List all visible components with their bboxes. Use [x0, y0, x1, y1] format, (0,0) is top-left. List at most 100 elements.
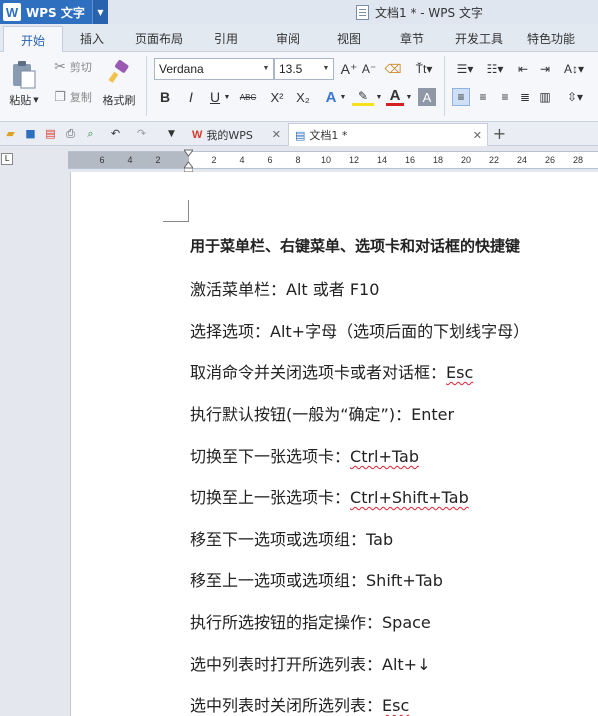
- undo-icon[interactable]: ↶: [108, 126, 123, 141]
- font-name-value: Verdana: [159, 62, 204, 76]
- tab-document[interactable]: ▤ 文档1 * ✕: [288, 123, 488, 146]
- bold-button[interactable]: B: [156, 88, 174, 106]
- align-left-icon[interactable]: ≡: [452, 88, 470, 106]
- ruler-tick: 12: [348, 155, 360, 165]
- tab-developer[interactable]: 开发工具: [455, 30, 503, 47]
- brush-icon[interactable]: [104, 58, 134, 86]
- font-name-select[interactable]: Verdana ▼: [154, 58, 274, 80]
- chevron-down-icon[interactable]: ▼: [92, 0, 108, 24]
- shortcut-keys: Alt 或者 F10: [286, 280, 380, 299]
- chevron-down-icon[interactable]: ▼: [164, 126, 179, 141]
- shortcut-line: 执行默认按钮(一般为“确定”)：Enter: [190, 401, 454, 425]
- chevron-down-icon: ▼: [262, 65, 270, 72]
- copy-label: 复制: [69, 91, 92, 104]
- justify-icon[interactable]: ≣: [516, 88, 534, 106]
- shortcut-line: 选择选项：Alt+字母（选项后面的下划线字母）: [190, 318, 529, 342]
- highlight-icon[interactable]: ✎: [352, 88, 374, 106]
- wps-logo-icon: W: [192, 128, 203, 141]
- italic-button[interactable]: I: [182, 88, 200, 106]
- shortcut-label: 激活菜单栏：: [190, 280, 287, 299]
- shortcut-label: 移至下一选项或选项组：: [190, 530, 367, 549]
- ruler-tick: 6: [267, 155, 273, 165]
- ruler-tick: 28: [572, 155, 584, 165]
- align-right-icon[interactable]: ≡: [496, 88, 514, 106]
- shortcut-label: 取消命令并关闭选项卡或者对话框：: [190, 363, 447, 382]
- copy-button[interactable]: ❐ 复制: [48, 88, 98, 106]
- redo-icon[interactable]: ↷: [134, 126, 149, 141]
- paste-icon[interactable]: [6, 58, 40, 92]
- indent-marker-icon[interactable]: [184, 147, 193, 173]
- cut-button[interactable]: ✂ 剪切: [48, 58, 98, 76]
- chevron-down-icon[interactable]: ▼: [404, 88, 414, 106]
- format-painter-button[interactable]: 格式刷: [98, 92, 140, 108]
- shortcut-line: 切换至上一张选项卡：Ctrl+Shift+Tab: [190, 484, 469, 508]
- line-spacing-icon[interactable]: ⇳▾: [562, 88, 588, 106]
- chevron-down-icon[interactable]: ▼: [374, 88, 384, 106]
- chevron-down-icon[interactable]: ▼: [338, 88, 348, 106]
- tab-sections[interactable]: 章节: [400, 30, 424, 47]
- shortcut-label: 执行默认按钮(一般为“确定”)：: [190, 405, 412, 424]
- add-tab-icon[interactable]: +: [492, 124, 507, 143]
- chevron-down-icon[interactable]: ▼: [222, 88, 232, 106]
- left-gutter: [0, 172, 70, 716]
- align-center-icon[interactable]: ≡: [474, 88, 492, 106]
- tab-label: 我的WPS: [206, 128, 253, 142]
- ruler-tick: 20: [460, 155, 472, 165]
- shortcut-label: 选择选项：: [190, 322, 271, 341]
- shortcut-keys: Shift+Tab: [366, 571, 443, 590]
- tab-home[interactable]: 开始: [3, 26, 63, 53]
- increase-indent-icon[interactable]: ⇥: [536, 60, 554, 78]
- horizontal-ruler[interactable]: 6 4 2 2 4 6 8 10 12 14 16 18 20 22 24 26…: [68, 151, 598, 169]
- tab-insert[interactable]: 插入: [80, 30, 104, 47]
- page-corner-mark: [163, 200, 189, 222]
- text-direction-icon[interactable]: A↕▾: [560, 60, 588, 78]
- char-shading-button[interactable]: A: [418, 88, 436, 106]
- ruler-tick: 2: [155, 155, 161, 165]
- shortcut-line: 切换至下一张选项卡：Ctrl+Tab: [190, 443, 419, 467]
- shortcut-label: 选中列表时关闭所选列表：: [190, 696, 383, 715]
- bullet-list-icon[interactable]: ☰▾: [452, 60, 478, 78]
- tab-features[interactable]: 特色功能: [527, 30, 575, 47]
- close-icon[interactable]: ✕: [272, 128, 281, 141]
- open-icon[interactable]: ▰: [3, 126, 18, 141]
- tab-stop-selector[interactable]: L: [1, 153, 13, 165]
- grow-font-icon[interactable]: A⁺: [340, 60, 358, 78]
- clear-format-icon[interactable]: ⌫: [384, 60, 402, 78]
- pdf-icon[interactable]: ▤: [43, 126, 58, 141]
- shortcut-keys: Space: [382, 613, 431, 632]
- shortcut-label: 执行所选按钮的指定操作：: [190, 613, 383, 632]
- ruler-tick: 2: [211, 155, 217, 165]
- shrink-font-icon[interactable]: A⁻: [360, 60, 378, 78]
- ruler-tick: 22: [488, 155, 500, 165]
- tab-page-layout[interactable]: 页面布局: [135, 30, 183, 47]
- shortcut-line: 选中列表时打开所选列表：Alt+↓: [190, 651, 431, 675]
- paste-button[interactable]: 粘贴 ▼: [4, 92, 44, 108]
- paste-label: 粘贴: [9, 94, 32, 107]
- numbered-list-icon[interactable]: ☷▾: [482, 60, 508, 78]
- tab-references[interactable]: 引用: [214, 30, 238, 47]
- save-icon[interactable]: ■: [23, 126, 38, 141]
- document-title: 用于菜单栏、右键菜单、选项卡和对话框的快捷键: [190, 237, 521, 255]
- tab-my-wps[interactable]: W 我的WPS ✕: [186, 123, 286, 146]
- ruler-tick: 8: [295, 155, 301, 165]
- document-icon: ▤: [295, 128, 306, 142]
- print-preview-icon[interactable]: ⌕: [83, 126, 98, 141]
- strikethrough-button[interactable]: ABC: [236, 88, 260, 106]
- superscript-button[interactable]: X²: [268, 88, 286, 106]
- tab-label: 文档1 *: [309, 129, 348, 142]
- ruler-tick: 18: [432, 155, 444, 165]
- font-color-button[interactable]: A: [386, 87, 404, 106]
- font-size-select[interactable]: 13.5 ▼: [274, 58, 334, 80]
- cut-label: 剪切: [69, 61, 92, 74]
- subscript-button[interactable]: X₂: [294, 88, 312, 106]
- distributed-icon[interactable]: ▥: [536, 88, 554, 106]
- tab-view[interactable]: 视图: [337, 30, 361, 47]
- text-style-icon[interactable]: Ťt▾: [410, 60, 438, 78]
- close-icon[interactable]: ✕: [473, 129, 482, 142]
- print-icon[interactable]: ⎙: [63, 126, 78, 141]
- tab-review[interactable]: 审阅: [276, 30, 300, 47]
- app-menu-button[interactable]: W WPS 文字 ▼: [0, 0, 108, 24]
- ruler-tick: 4: [239, 155, 245, 165]
- decrease-indent-icon[interactable]: ⇤: [514, 60, 532, 78]
- shortcut-line: 移至下一选项或选项组：Tab: [190, 526, 393, 550]
